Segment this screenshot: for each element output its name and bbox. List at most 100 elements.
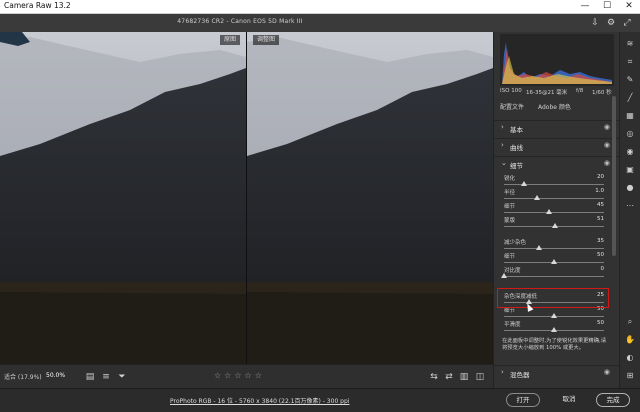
slider-noise-contrast[interactable]: 对比度 0: [501, 266, 605, 280]
slider-thumb[interactable]: [551, 259, 557, 264]
edit-panel: ISO 100 16-35@21 毫米 f/8 1/60 秒 配置文件 Adob…: [493, 32, 620, 388]
filter-icon[interactable]: ⏷: [116, 371, 128, 383]
done-button[interactable]: 完成: [596, 393, 630, 407]
toggle-sampler-icon[interactable]: ◐: [624, 352, 636, 364]
presets-icon[interactable]: ●: [624, 182, 636, 194]
before-image: [0, 32, 246, 364]
zoom-fit-label[interactable]: 适合 (17.9%): [4, 372, 42, 381]
chevron-right-icon: ›: [501, 123, 504, 131]
zoom-icon[interactable]: ⌕: [624, 316, 636, 328]
before-pane[interactable]: 原图: [0, 32, 246, 364]
chevron-down-icon: ⌄: [501, 159, 507, 167]
slider-label: 锐化: [504, 176, 516, 182]
close-button[interactable]: ✕: [618, 0, 640, 14]
slider-value[interactable]: 45: [597, 202, 604, 208]
slider-sharpen[interactable]: 锐化 20: [504, 174, 604, 188]
crop-icon[interactable]: ⌗: [624, 56, 636, 68]
slider-label: 细节: [504, 254, 516, 260]
section-detail[interactable]: ⌄ 细节 ◉: [494, 156, 620, 170]
after-pane[interactable]: 调整图: [247, 32, 493, 364]
visibility-icon[interactable]: ◉: [604, 368, 610, 376]
red-eye-icon[interactable]: ◉: [624, 146, 636, 158]
section-mixer-title: 混色器: [510, 371, 530, 379]
slider-label: 减少杂色: [504, 240, 527, 246]
slider-value[interactable]: 35: [597, 238, 604, 244]
file-name: 47682736 CR2 - Canon EOS 5D Mark III: [177, 18, 303, 25]
fullscreen-icon[interactable]: ⤢: [621, 17, 633, 29]
minimize-button[interactable]: —: [574, 0, 596, 14]
slider-label: 蒙版: [504, 218, 516, 224]
slider-thumb[interactable]: [521, 181, 527, 186]
visibility-icon[interactable]: ◉: [604, 141, 610, 149]
rating-stars[interactable]: ☆☆☆☆☆: [214, 371, 265, 380]
panel-scrollbar[interactable]: [612, 96, 616, 256]
slider-track[interactable]: [504, 212, 604, 213]
slider-track[interactable]: [504, 248, 604, 249]
slider-value[interactable]: 1.0: [595, 188, 604, 194]
snapshots-icon[interactable]: ▣: [624, 164, 636, 176]
reset-view-icon[interactable]: ◫: [474, 371, 486, 383]
tool-rail: ≋ ⌗ ✎ ╱ ▦ ◎ ◉ ▣ ● ⋯ ⌕ ✋ ◐ ⊞: [619, 32, 640, 388]
slider-value[interactable]: 51: [597, 216, 604, 222]
profile-label: 配置文件: [500, 104, 525, 111]
section-curve-title: 曲线: [510, 144, 523, 152]
lens-value: 16-35@21 毫米: [526, 90, 568, 96]
slider-value[interactable]: 50: [597, 252, 604, 258]
slider-thumb[interactable]: [536, 245, 542, 250]
slider-noise-reduction[interactable]: 减少杂色 35: [504, 238, 604, 252]
section-basic-title: 基本: [510, 126, 523, 134]
slider-value[interactable]: 20: [597, 174, 604, 180]
slider-thumb[interactable]: [546, 209, 552, 214]
graduated-filter-icon[interactable]: ▦: [624, 110, 636, 122]
more-icon[interactable]: ⋯: [624, 200, 636, 212]
save-icon[interactable]: ⇩: [589, 17, 601, 29]
edit-icon[interactable]: ≋: [624, 38, 636, 50]
slider-thumb[interactable]: [534, 195, 540, 200]
filmstrip-icon[interactable]: ▤: [84, 371, 96, 383]
slider-radius[interactable]: 半径 1.0: [504, 188, 604, 202]
slider-track[interactable]: [504, 198, 604, 199]
slider-color-smoothness[interactable]: 平滑度 50: [504, 320, 604, 334]
shutter-value: 1/60 秒: [592, 90, 612, 96]
before-after-toggle-icon[interactable]: ⇆: [428, 371, 440, 383]
workflow-options-link[interactable]: ProPhoto RGB - 16 位 - 5760 x 3840 (22.1百…: [170, 396, 349, 405]
swap-settings-icon[interactable]: ⇄: [443, 371, 455, 383]
open-button[interactable]: 打开: [506, 393, 540, 407]
visibility-icon[interactable]: ◉: [604, 159, 610, 167]
viewer-bottom-bar: 适合 (17.9%) 50.0% ▤ ≡ ⏷ ☆☆☆☆☆ ⇆ ⇄ ▥ ◫: [0, 364, 493, 388]
slider-track[interactable]: [504, 184, 604, 185]
slider-label: 半径: [504, 190, 516, 196]
slider-noise-detail[interactable]: 细节 50: [504, 252, 604, 266]
section-color-mixer[interactable]: › 混色器 ◉: [494, 365, 620, 379]
sort-icon[interactable]: ≡: [100, 371, 112, 383]
profile-row: 配置文件 Adobe 颜色: [500, 102, 614, 112]
image-viewer[interactable]: 原图 调整图: [0, 32, 493, 364]
radial-filter-icon[interactable]: ◎: [624, 128, 636, 140]
footer-bar: ProPhoto RGB - 16 位 - 5760 x 3840 (22.1百…: [0, 388, 640, 412]
gear-icon[interactable]: ⚙: [605, 17, 617, 29]
slider-track[interactable]: [504, 276, 604, 277]
zoom-value-select[interactable]: 50.0%: [46, 372, 65, 379]
slider-thumb[interactable]: [551, 327, 557, 332]
section-curve[interactable]: › 曲线 ◉: [494, 138, 620, 152]
profile-select[interactable]: Adobe 颜色: [538, 102, 571, 111]
slider-color-detail[interactable]: 细节 50: [504, 306, 604, 320]
top-toolbar: 47682736 CR2 - Canon EOS 5D Mark III ⇩ ⚙…: [0, 14, 640, 32]
spot-removal-icon[interactable]: ✎: [624, 74, 636, 86]
visibility-icon[interactable]: ◉: [604, 123, 610, 131]
hand-icon[interactable]: ✋: [624, 334, 636, 346]
section-basic[interactable]: › 基本 ◉: [494, 120, 620, 134]
slider-detail[interactable]: 细节 45: [504, 202, 604, 216]
cancel-button[interactable]: 取消: [552, 393, 586, 407]
slider-thumb[interactable]: [552, 223, 558, 228]
slider-label: 细节: [504, 204, 516, 210]
brush-icon[interactable]: ╱: [624, 92, 636, 104]
copy-settings-icon[interactable]: ▥: [458, 371, 470, 383]
slider-masking[interactable]: 蒙版 51: [504, 216, 604, 230]
slider-thumb[interactable]: [501, 273, 507, 278]
slider-value[interactable]: 0: [601, 266, 605, 272]
slider-thumb[interactable]: [551, 313, 557, 318]
maximize-button[interactable]: ☐: [596, 0, 618, 14]
slider-value[interactable]: 50: [597, 320, 604, 326]
grid-icon[interactable]: ⊞: [624, 370, 636, 382]
